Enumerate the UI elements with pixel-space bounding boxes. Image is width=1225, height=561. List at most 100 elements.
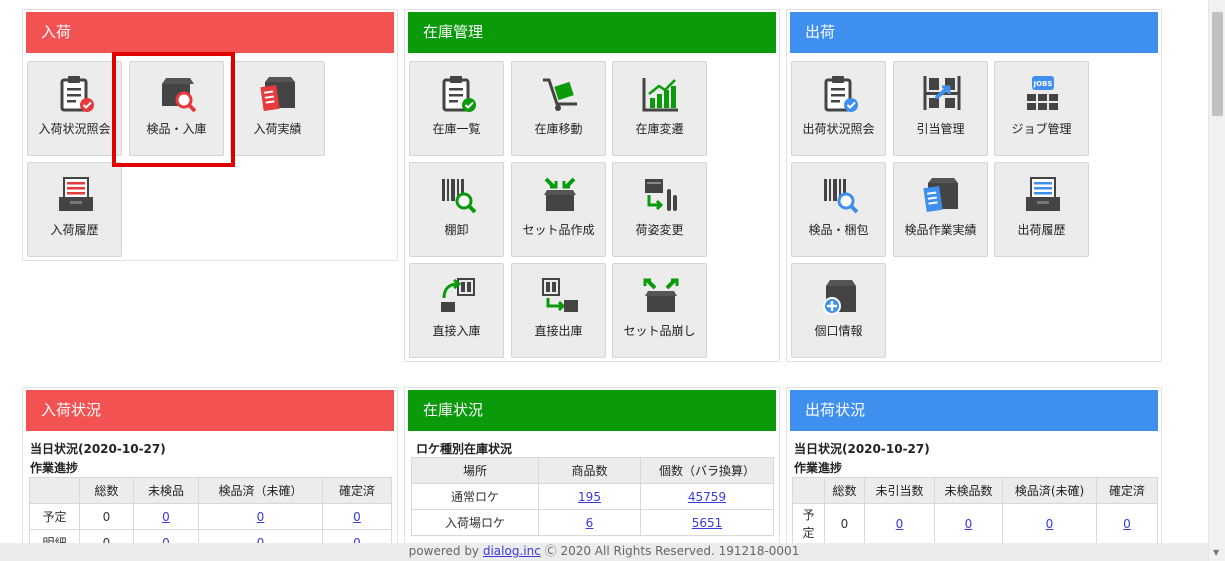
company-link[interactable]: dialog.inc	[483, 544, 541, 558]
svg-text:JOBS: JOBS	[1033, 80, 1053, 88]
table-cell: 45759	[640, 483, 774, 510]
scrollbar-thumb[interactable]	[1212, 12, 1223, 116]
count-link[interactable]: 0	[896, 517, 904, 531]
table-cell: 0	[133, 529, 199, 544]
count-link[interactable]: 0	[1046, 517, 1054, 531]
page: 入荷 入荷状況照会 検品・入庫 入荷実績 入荷履歴 在庫管理 在庫一覧 在庫移動…	[0, 0, 1208, 543]
inventory-transition-button[interactable]: 在庫変遷	[612, 61, 707, 156]
table-header: 未検品数	[934, 477, 1003, 504]
allocation-management-label: 引当管理	[916, 122, 965, 136]
row-label: 予定	[802, 507, 815, 540]
inventory-transition-label: 在庫変遷	[635, 122, 684, 136]
inspection-receiving-button[interactable]: 検品・入庫	[129, 61, 224, 156]
packing-style-change-button[interactable]: 荷姿変更	[612, 162, 707, 257]
count-link[interactable]: 0	[162, 536, 170, 544]
barcode-search-icon	[442, 179, 477, 214]
package-info-button[interactable]: 個口情報	[791, 263, 886, 358]
count-link[interactable]: 0	[257, 510, 265, 524]
set-creation-button[interactable]: セット品作成	[511, 162, 606, 257]
table-cell: 0	[198, 503, 323, 530]
job-management-button[interactable]: JOBS ジョブ管理	[994, 61, 1089, 156]
packaging-change-icon	[645, 179, 677, 211]
count-link[interactable]: 195	[578, 490, 601, 504]
table-row: 明細 0 0 0 0	[29, 529, 392, 544]
count-link[interactable]: 5651	[692, 516, 723, 530]
table-cell: 0	[322, 503, 392, 530]
table-cell: 予定	[29, 503, 80, 530]
table-row: 通常ロケ 195 45759	[411, 483, 774, 510]
inspection-work-results-label: 検品作業実績	[904, 223, 977, 237]
inspection-packing-button[interactable]: 検品・梱包	[791, 162, 886, 257]
document-box-icon	[260, 77, 295, 111]
count-link[interactable]: 0	[353, 536, 361, 544]
count-link[interactable]: 0	[1123, 517, 1131, 531]
direct-receiving-button[interactable]: 直接入庫	[409, 263, 504, 358]
table-cell: 0	[934, 503, 1003, 543]
direct-shipping-button[interactable]: 直接出庫	[511, 263, 606, 358]
arrival-status-panel: 入荷状況 当日状況(2020-10-27) 作業進捗 総数 未検品 検品済（未確…	[22, 387, 398, 543]
table-header	[792, 477, 825, 504]
location-type-inventory-label: ロケ種別在庫状況	[416, 442, 513, 456]
shipping-panel-title: 出荷	[790, 12, 1158, 53]
table-header: 場所	[411, 457, 539, 484]
inventory-move-label: 在庫移動	[534, 122, 583, 136]
shipping-history-label: 出荷履歴	[1017, 223, 1066, 237]
count-link[interactable]: 0	[353, 510, 361, 524]
count-link[interactable]: 0	[162, 510, 170, 524]
inventory-list-button[interactable]: 在庫一覧	[409, 61, 504, 156]
table-cell: 0	[824, 503, 865, 543]
table-cell: 0	[79, 503, 134, 530]
arrival-history-button[interactable]: 入荷履歴	[27, 162, 122, 257]
shipping-panel: 出荷 出荷状況照会 引当管理 JOBS ジョブ管理 検品・梱包 検品作業実績 出…	[786, 9, 1162, 362]
table-cell: 予定	[792, 503, 825, 543]
box-search-icon	[162, 78, 197, 113]
footer-prefix: powered by	[408, 544, 480, 558]
count-link[interactable]: 0	[257, 536, 265, 544]
table-cell: 入荷場ロケ	[411, 509, 539, 536]
table-header-row: 場所 商品数 個数（バラ換算）	[411, 457, 774, 484]
box-plus-icon	[823, 280, 856, 315]
table-header: 個数（バラ換算）	[640, 457, 774, 484]
shipping-status-inquiry-label: 出荷状況照会	[802, 122, 875, 136]
shipping-status-title: 出荷状況	[790, 390, 1158, 431]
table-header-row: 総数 未引当数 未検品数 検品済(未確) 確定済	[792, 477, 1158, 504]
count-link[interactable]: 0	[965, 517, 973, 531]
shipping-status-date: 当日状況(2020-10-27)	[794, 442, 930, 456]
arrival-status-title: 入荷状況	[26, 390, 394, 431]
arrival-progress-label: 作業進捗	[30, 461, 79, 475]
table-cell: 通常ロケ	[411, 483, 539, 510]
inspection-work-results-button[interactable]: 検品作業実績	[893, 162, 988, 257]
table-header: 確定済	[322, 477, 392, 504]
inspection-receiving-label: 検品・入庫	[146, 122, 207, 136]
table-header	[29, 477, 80, 504]
set-breakdown-label: セット品崩し	[623, 324, 696, 338]
set-breakdown-button[interactable]: セット品崩し	[612, 263, 707, 358]
shipping-history-button[interactable]: 出荷履歴	[994, 162, 1089, 257]
inventory-list-label: 在庫一覧	[432, 122, 481, 136]
table-row: 予定 0 0 0 0 0	[792, 503, 1158, 543]
table-header: 未引当数	[864, 477, 935, 504]
table-cell: 0	[79, 529, 134, 543]
scroll-down-arrow-icon[interactable]: ▼	[1213, 548, 1219, 557]
hand-truck-icon	[543, 78, 577, 111]
table-cell: 6	[538, 509, 641, 536]
table-header: 未検品	[133, 477, 199, 504]
arrival-status-inquiry-button[interactable]: 入荷状況照会	[27, 61, 122, 156]
shelf-in-icon	[441, 278, 475, 312]
count-link[interactable]: 6	[586, 516, 594, 530]
count-link[interactable]: 45759	[688, 490, 726, 504]
bar-chart-icon	[642, 78, 678, 112]
arrival-results-button[interactable]: 入荷実績	[230, 61, 325, 156]
stocktaking-button[interactable]: 棚卸	[409, 162, 504, 257]
table-cell: 195	[538, 483, 641, 510]
inventory-status-table: 場所 商品数 個数（バラ換算） 通常ロケ 195 45759 入荷場ロケ 6 5…	[411, 457, 774, 536]
box-merge-icon	[544, 177, 576, 211]
clipboard-check-icon	[442, 76, 476, 112]
arrival-panel-title: 入荷	[26, 12, 394, 53]
clipboard-check-icon	[824, 76, 858, 112]
allocation-management-button[interactable]: 引当管理	[893, 61, 988, 156]
inventory-move-button[interactable]: 在庫移動	[511, 61, 606, 156]
shipping-status-inquiry-button[interactable]: 出荷状況照会	[791, 61, 886, 156]
clipboard-check-icon	[60, 76, 94, 112]
vertical-scrollbar[interactable]: ▼	[1208, 0, 1225, 561]
